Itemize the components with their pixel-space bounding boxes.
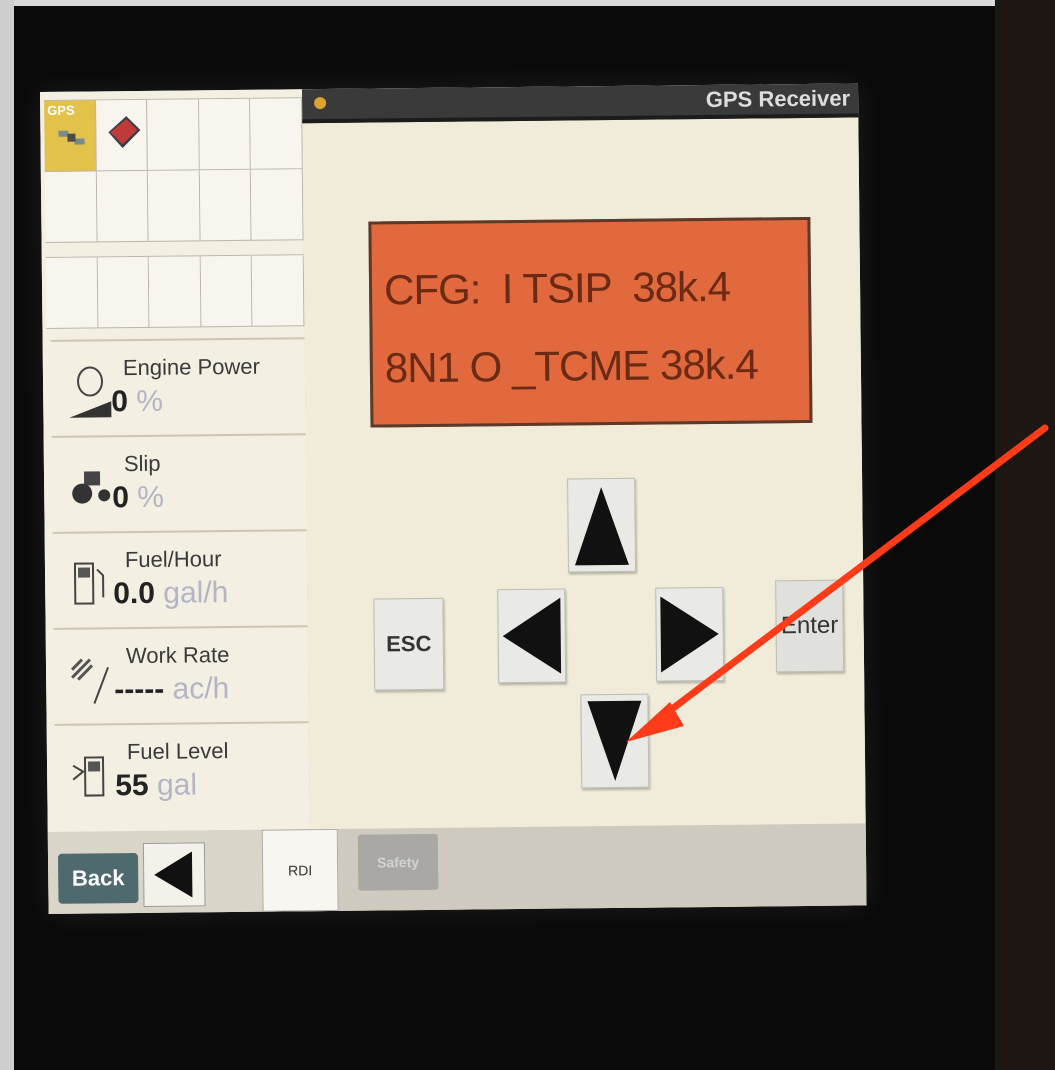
back-button[interactable]: Back <box>57 853 139 904</box>
metric-label: Engine Power <box>122 353 260 381</box>
left-arrow-button[interactable] <box>497 588 567 684</box>
work-rate-icon <box>70 658 109 704</box>
empty-cell[interactable] <box>198 98 252 171</box>
frame-right <box>995 0 1055 1070</box>
metric-label: Fuel/Hour <box>124 546 222 573</box>
empty-cell[interactable] <box>97 256 150 329</box>
engine-icon <box>69 366 112 418</box>
metric-value: 55 gal <box>115 768 198 803</box>
header-bar: GPS Receiver <box>301 83 859 124</box>
fuel-level-icon <box>72 756 105 797</box>
tractor-icon <box>72 471 111 504</box>
empty-cell[interactable] <box>45 257 99 329</box>
empty-cell[interactable] <box>44 171 98 243</box>
empty-cell[interactable] <box>200 255 253 328</box>
lcd-line-1: CFG: I TSIP 38k.4 <box>383 262 731 314</box>
lcd-display: CFG: I TSIP 38k.4 8N1 O _TCME 38k.4 <box>368 216 813 428</box>
manual-shortcut[interactable] <box>95 99 149 172</box>
gps-label: GPS <box>47 102 75 118</box>
up-arrow-button[interactable] <box>567 477 637 573</box>
down-arrow-button[interactable] <box>580 693 650 789</box>
bezel-left <box>0 0 14 1070</box>
alert-icon <box>314 97 327 110</box>
left-arrow-icon <box>502 597 562 674</box>
page-title: GPS Receiver <box>705 85 851 113</box>
empty-cell[interactable] <box>96 170 149 243</box>
metric-work-rate: Work Rate ----- ac/h <box>53 625 309 726</box>
lcd-line-2: 8N1 O _TCME 38k.4 <box>384 340 758 392</box>
empty-cell[interactable] <box>148 256 202 328</box>
metric-engine-power: Engine Power 0 % <box>50 337 306 438</box>
down-arrow-icon <box>587 700 642 782</box>
left-arrow-icon <box>154 851 193 898</box>
metric-value: 0 % <box>111 384 164 419</box>
tab-safety[interactable]: Safety <box>357 833 439 891</box>
right-arrow-button[interactable] <box>655 586 725 682</box>
bottom-left-bar: Back RDI <box>47 828 339 914</box>
up-arrow-icon <box>574 487 629 566</box>
empty-cell[interactable] <box>251 169 304 241</box>
right-arrow-icon <box>660 596 719 673</box>
esc-button[interactable]: ESC <box>373 597 445 691</box>
bottom-right-bar: Safety <box>337 823 867 911</box>
metric-slip: Slip 0 % <box>51 433 307 534</box>
metric-value: ----- ac/h <box>114 672 230 707</box>
empty-cell[interactable] <box>147 99 200 171</box>
metric-value: 0.0 gal/h <box>113 576 229 611</box>
metric-label: Work Rate <box>125 642 230 669</box>
enter-button[interactable]: Enter <box>775 579 845 673</box>
back-arrow-button[interactable] <box>142 842 206 907</box>
display-screen: GPS Engine Power 0 % Slip 0 % Fuel/Hour … <box>40 83 867 914</box>
empty-cell[interactable] <box>199 169 252 242</box>
fuel-pump-icon <box>73 562 105 605</box>
shortcut-grid-top: GPS <box>44 97 304 243</box>
bezel-top <box>0 0 1055 6</box>
satellite-icon <box>58 130 85 145</box>
gps-shortcut[interactable]: GPS <box>44 100 97 172</box>
book-icon <box>108 116 140 149</box>
metric-value: 0 % <box>112 480 165 515</box>
empty-cell[interactable] <box>250 98 303 170</box>
metric-label: Slip <box>123 450 161 477</box>
empty-cell[interactable] <box>148 170 201 242</box>
metric-label: Fuel Level <box>126 738 229 765</box>
metric-fuel-level: Fuel Level 55 gal <box>54 721 310 822</box>
metric-fuel-hour: Fuel/Hour 0.0 gal/h <box>52 529 308 630</box>
gps-receiver-panel: GPS Receiver CFG: I TSIP 38k.4 8N1 O _TC… <box>301 83 866 830</box>
empty-cell[interactable] <box>252 255 305 327</box>
left-panel: GPS Engine Power 0 % Slip 0 % Fuel/Hour … <box>40 89 312 832</box>
tab-rdi[interactable]: RDI <box>261 828 339 912</box>
shortcut-grid-bottom <box>45 254 305 329</box>
